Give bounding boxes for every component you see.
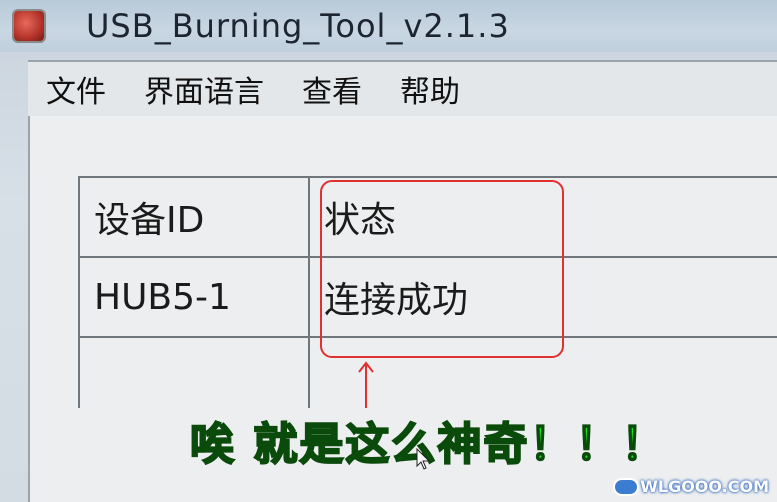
menu-bar: 文件 界面语言 查看 帮助 <box>28 60 777 116</box>
window-title: USB_Burning_Tool_v2.1.3 <box>86 7 510 45</box>
red-highlight-box <box>320 180 564 358</box>
watermark: WLGOOO.COM <box>615 477 769 496</box>
cell-empty <box>80 338 310 408</box>
title-bar: USB_Burning_Tool_v2.1.3 <box>0 0 777 52</box>
menu-help[interactable]: 帮助 <box>400 67 460 111</box>
up-arrow-icon <box>358 361 374 408</box>
watermark-text: WLGOOO.COM <box>640 477 769 496</box>
cell-device-id: HUB5-1 <box>80 258 310 336</box>
screen: USB_Burning_Tool_v2.1.3 文件 界面语言 查看 帮助 设备… <box>0 0 777 502</box>
header-device-id: 设备ID <box>80 178 310 256</box>
menu-view[interactable]: 查看 <box>302 67 362 111</box>
app-icon <box>14 11 44 41</box>
gamepad-icon <box>615 479 638 494</box>
menu-language[interactable]: 界面语言 <box>144 67 264 111</box>
mouse-cursor-icon <box>416 448 430 470</box>
menu-file[interactable]: 文件 <box>46 67 106 111</box>
